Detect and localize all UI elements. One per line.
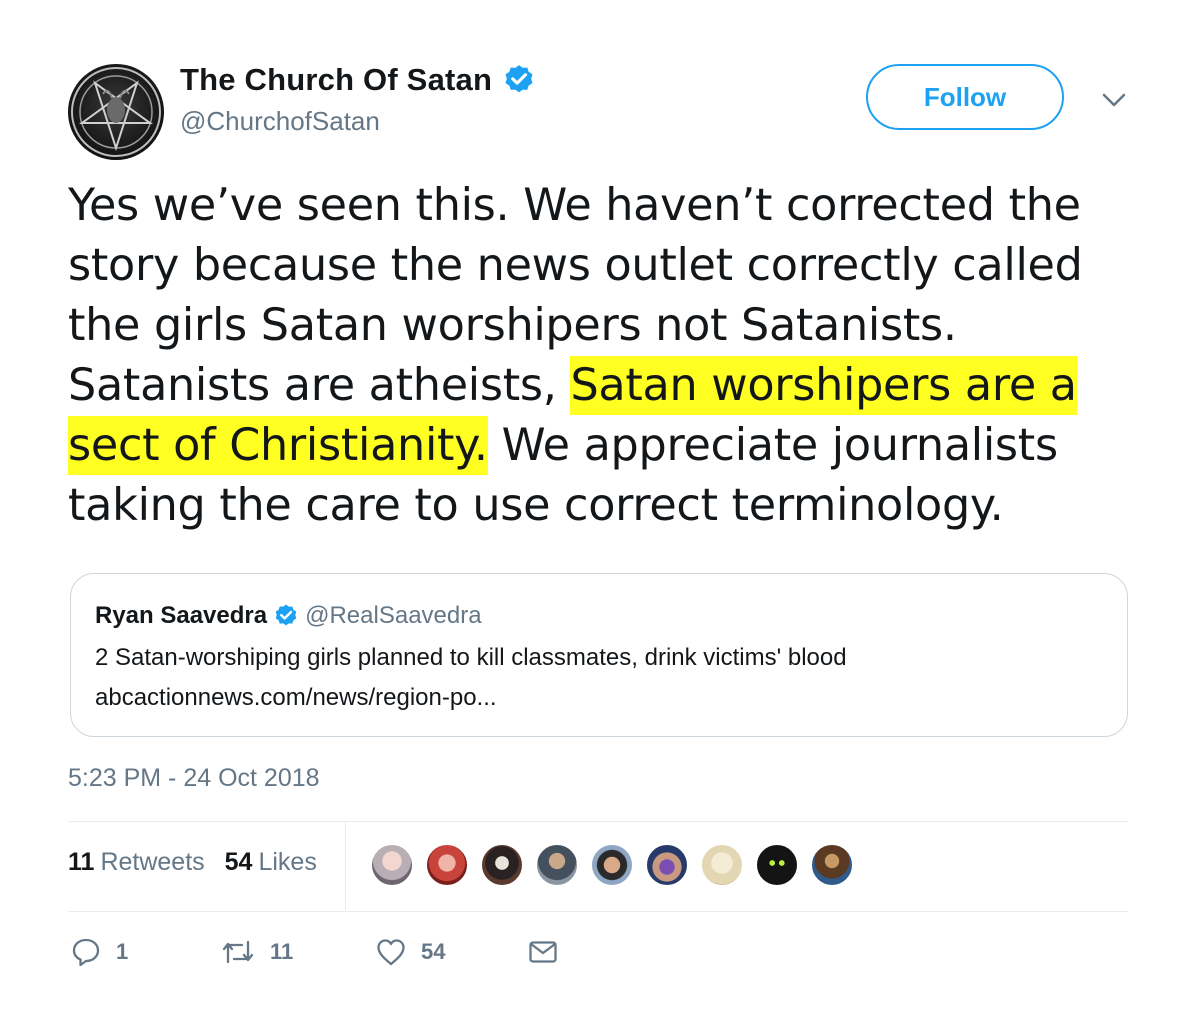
verified-badge-icon — [505, 65, 533, 93]
quoted-tweet-link[interactable]: abcactionnews.com/news/region-po... — [95, 684, 497, 712]
quoted-tweet-text: 2 Satan-worshiping girls planned to kill… — [95, 644, 847, 671]
tweet-text: Yes we’ve seen this. We haven’t correcte… — [68, 176, 1148, 536]
like-count: 54 — [421, 939, 446, 964]
liker-avatar[interactable] — [755, 843, 799, 887]
liker-avatar[interactable] — [810, 843, 854, 887]
like-action[interactable]: 54 — [375, 936, 527, 968]
quoted-author-name: Ryan Saavedra — [95, 602, 268, 629]
likes-stat[interactable]: 54 Likes — [225, 848, 317, 877]
retweets-stat[interactable]: 11 Retweets — [68, 848, 205, 877]
direct-message-action[interactable] — [527, 936, 559, 968]
chevron-down-icon[interactable] — [1098, 86, 1130, 114]
divider — [68, 911, 1128, 912]
author-display-name[interactable]: The Church Of Satan — [180, 62, 492, 98]
retweet-icon — [222, 940, 254, 964]
reply-icon — [72, 938, 100, 967]
heart-icon — [377, 939, 405, 966]
tweet-timestamp[interactable]: 5:23 PM - 24 Oct 2018 — [68, 764, 320, 793]
retweet-count: 11 — [270, 939, 294, 964]
quoted-author-handle: @RealSaavedra — [305, 602, 482, 629]
liker-avatar[interactable] — [645, 843, 689, 887]
retweets-label: Retweets — [100, 848, 205, 876]
tweet-stats: 11 Retweets 54 Likes — [68, 848, 337, 877]
liker-avatar[interactable] — [370, 843, 414, 887]
divider — [345, 822, 346, 910]
envelope-icon — [529, 941, 557, 963]
liker-avatar[interactable] — [425, 843, 469, 887]
author-avatar[interactable] — [68, 64, 164, 160]
divider — [68, 821, 1128, 822]
reply-action[interactable]: 1 — [70, 936, 220, 968]
retweet-action[interactable]: 11 — [220, 936, 375, 968]
follow-button[interactable]: Follow — [866, 64, 1064, 130]
tweet-actions: 1 11 54 — [70, 936, 559, 968]
liked-by-avatars — [370, 843, 865, 887]
quoted-tweet-card[interactable]: Ryan Saavedra @RealSaavedra 2 Satan-wors… — [70, 573, 1128, 737]
liker-avatar[interactable] — [700, 843, 744, 887]
likes-count: 54 — [224, 848, 253, 876]
author-name-row[interactable]: The Church Of Satan — [180, 60, 536, 100]
liker-avatar[interactable] — [480, 843, 524, 887]
reply-count: 1 — [116, 939, 129, 964]
liker-avatar[interactable] — [535, 843, 579, 887]
quoted-tweet-header: Ryan Saavedra @RealSaavedra — [95, 602, 482, 630]
retweets-count: 11 — [68, 848, 95, 876]
liker-avatar[interactable] — [590, 843, 634, 887]
pentagram-logo-icon — [71, 67, 161, 157]
verified-badge-icon — [275, 604, 297, 626]
likes-label: Likes — [258, 848, 317, 876]
author-handle[interactable]: @ChurchofSatan — [180, 106, 380, 137]
